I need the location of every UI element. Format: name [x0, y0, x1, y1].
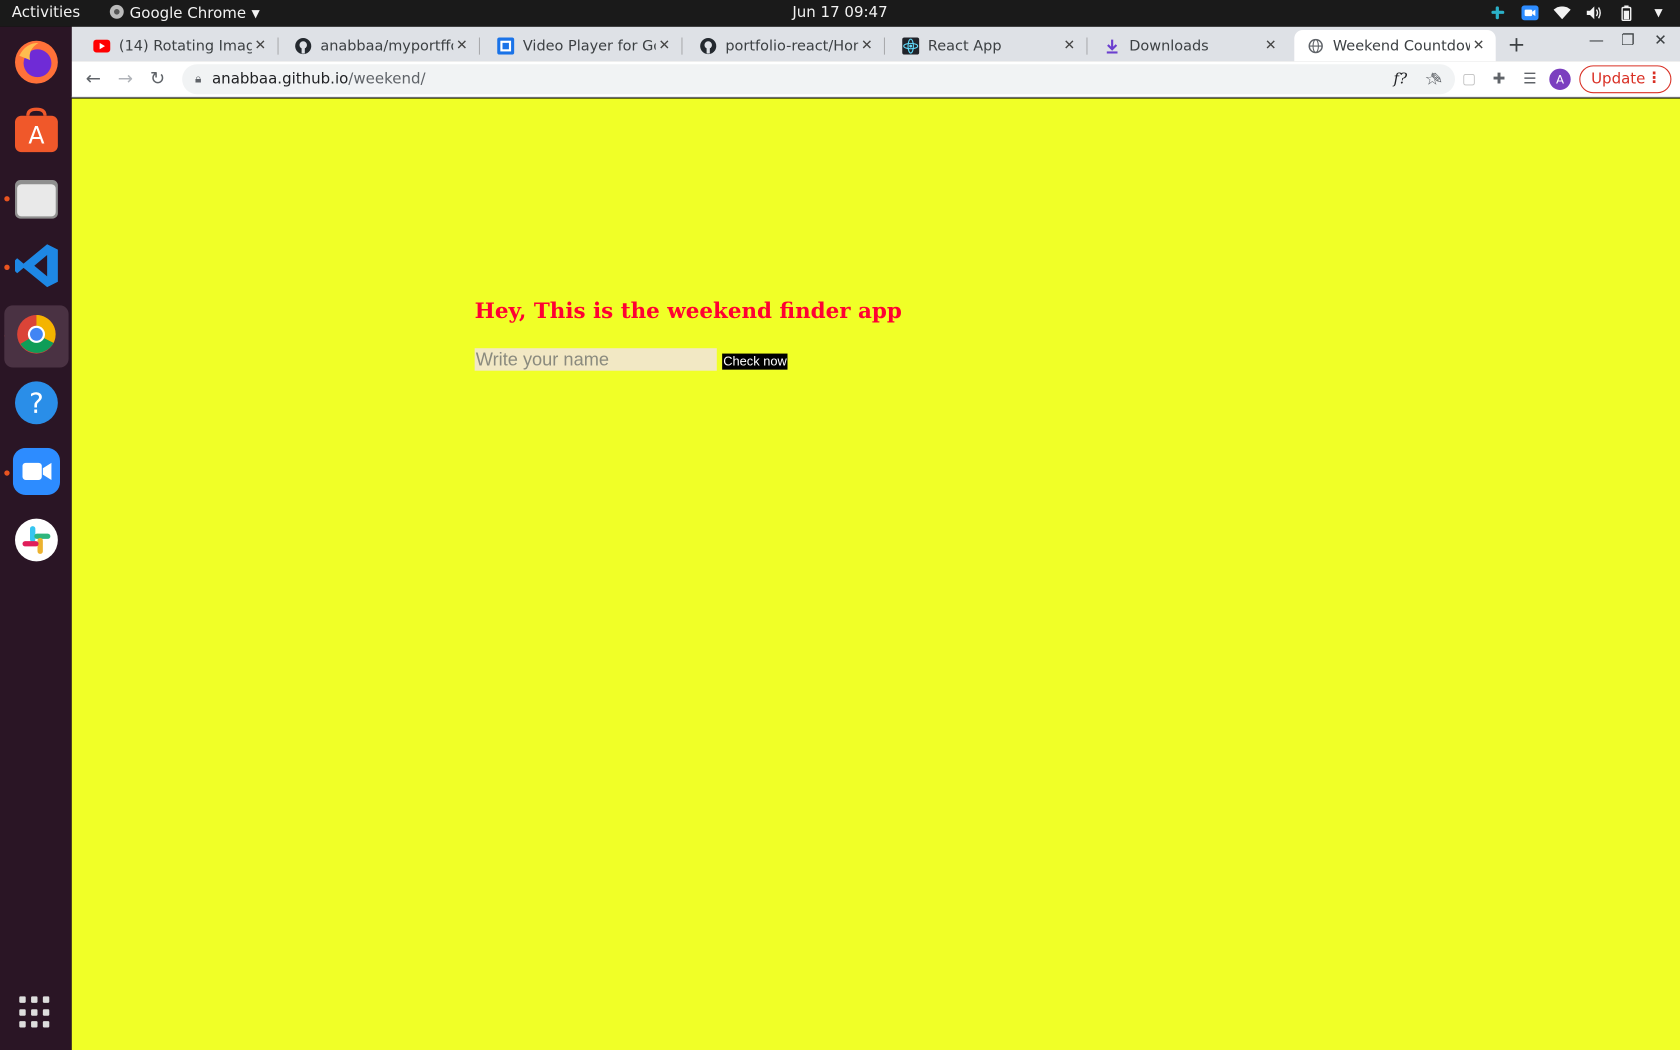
back-arrow-icon[interactable]: ← — [81, 68, 105, 92]
tab-react-app[interactable]: React App ✕ — [889, 30, 1088, 61]
dock-zoom[interactable] — [4, 443, 68, 505]
extensions-puzzle-icon[interactable]: ✚ — [1488, 69, 1509, 90]
reading-list-icon[interactable]: ☰ — [1519, 69, 1540, 90]
slack-icon — [14, 518, 59, 567]
svg-text:?: ? — [29, 387, 44, 420]
system-menu-chevron-icon[interactable]: ▼ — [1650, 4, 1667, 21]
download-icon — [1104, 37, 1121, 54]
close-icon[interactable]: ✕ — [453, 37, 470, 54]
tab-title: Weekend Countdow — [1332, 36, 1471, 55]
tab-strip: (14) Rotating Image ✕ anabbaa/myportffo … — [71, 26, 1680, 62]
chrome-icon — [16, 314, 57, 359]
dock-vscode[interactable] — [4, 237, 68, 299]
dock: A ? — [0, 26, 72, 1050]
close-icon[interactable]: ✕ — [1262, 37, 1279, 54]
system-top-bar: Activities Google Chrome ▼ Jun 17 09:47 — [0, 0, 1680, 27]
minimize-icon[interactable]: — — [1589, 32, 1604, 49]
software-store-icon: A — [13, 107, 60, 158]
youtube-icon — [93, 37, 111, 54]
slack-tray-icon[interactable] — [1489, 4, 1506, 21]
dock-files[interactable] — [4, 168, 68, 230]
files-icon — [13, 174, 60, 225]
profile-avatar[interactable]: A — [1549, 68, 1571, 91]
dock-firefox[interactable] — [4, 33, 68, 95]
new-tab-button[interactable]: + — [1508, 31, 1526, 57]
close-icon[interactable]: ✕ — [1470, 37, 1487, 54]
update-button[interactable]: Update ⋮ — [1579, 65, 1672, 94]
wifi-icon[interactable] — [1553, 4, 1571, 21]
forward-arrow-icon[interactable]: → — [114, 68, 138, 92]
reload-icon[interactable]: ↻ — [146, 68, 170, 92]
firefox-icon — [13, 39, 60, 90]
github-icon — [295, 37, 312, 54]
video-player-icon — [497, 36, 515, 55]
page-headline: Hey, This is the weekend finder app — [474, 297, 902, 324]
window-close-icon[interactable]: ✕ — [1654, 32, 1667, 49]
lock-icon: 🔒︎ — [195, 71, 202, 86]
tab-separator — [883, 37, 886, 55]
tab-title: React App — [927, 36, 1002, 55]
tab-separator — [277, 37, 279, 55]
dock-help[interactable]: ? — [4, 374, 68, 436]
tab-title: anabbaa/myportffo — [320, 36, 454, 55]
address-bar[interactable]: 🔒︎ anabbaa.github.io/weekend/ ☆ — [182, 64, 1456, 95]
extension-square-icon[interactable]: ▢ — [1458, 69, 1479, 90]
tab-downloads[interactable]: Downloads ✕ — [1091, 30, 1288, 61]
zoom-icon — [12, 447, 61, 499]
react-icon — [902, 36, 920, 55]
address-path: /weekend/ — [348, 70, 426, 88]
tab-rotating-image[interactable]: (14) Rotating Image ✕ — [80, 30, 279, 61]
dock-chrome[interactable] — [4, 305, 69, 368]
dock-software[interactable]: A — [4, 102, 68, 164]
tab-title: portfolio-react/Hom — [725, 36, 859, 55]
pen-extension-icon[interactable]: ✎ — [1426, 69, 1447, 90]
page-content: Hey, This is the weekend finder app Chec… — [71, 98, 1680, 1050]
tab-weekend-countdown[interactable]: Weekend Countdow ✕ — [1294, 30, 1496, 62]
dock-slack[interactable] — [4, 511, 68, 573]
more-vertical-icon: ⋮ — [1646, 69, 1662, 87]
vscode-icon — [13, 242, 60, 293]
close-icon[interactable]: ✕ — [656, 37, 673, 54]
browser-toolbar: ← → ↻ 🔒︎ anabbaa.github.io/weekend/ ☆ f?… — [71, 61, 1680, 98]
system-tray[interactable]: ▼ — [1489, 4, 1667, 21]
check-now-button[interactable]: Check now — [722, 353, 788, 370]
tab-myportfolio[interactable]: anabbaa/myportffo ✕ — [282, 30, 481, 61]
tab-title: (14) Rotating Image — [118, 36, 252, 55]
tab-portfolio-react[interactable]: portfolio-react/Hom ✕ — [687, 30, 886, 61]
help-icon: ? — [13, 379, 60, 430]
volume-icon[interactable] — [1586, 4, 1603, 21]
clock[interactable]: Jun 17 09:47 — [0, 4, 1680, 21]
tab-separator — [681, 37, 683, 55]
globe-icon — [1307, 37, 1324, 54]
close-icon[interactable]: ✕ — [858, 37, 875, 54]
formula-extension-icon[interactable]: f? — [1390, 69, 1411, 90]
tab-separator — [1086, 37, 1088, 55]
tab-video-player[interactable]: Video Player for Goo ✕ — [484, 30, 683, 61]
battery-icon[interactable] — [1618, 4, 1635, 21]
close-icon[interactable]: ✕ — [1061, 37, 1078, 54]
update-label: Update — [1591, 70, 1646, 88]
address-host: anabbaa.github.io — [211, 70, 349, 88]
tab-separator — [478, 37, 481, 55]
restore-icon[interactable]: ❐ — [1621, 32, 1634, 49]
tab-title: Downloads — [1129, 36, 1209, 55]
show-apps-grid-icon[interactable] — [19, 996, 51, 1028]
svg-text:A: A — [28, 122, 44, 150]
name-input[interactable] — [474, 348, 717, 371]
github-icon — [700, 37, 717, 54]
zoom-tray-icon[interactable] — [1521, 4, 1539, 21]
tab-title: Video Player for Goo — [522, 36, 656, 55]
close-icon[interactable]: ✕ — [252, 37, 269, 54]
